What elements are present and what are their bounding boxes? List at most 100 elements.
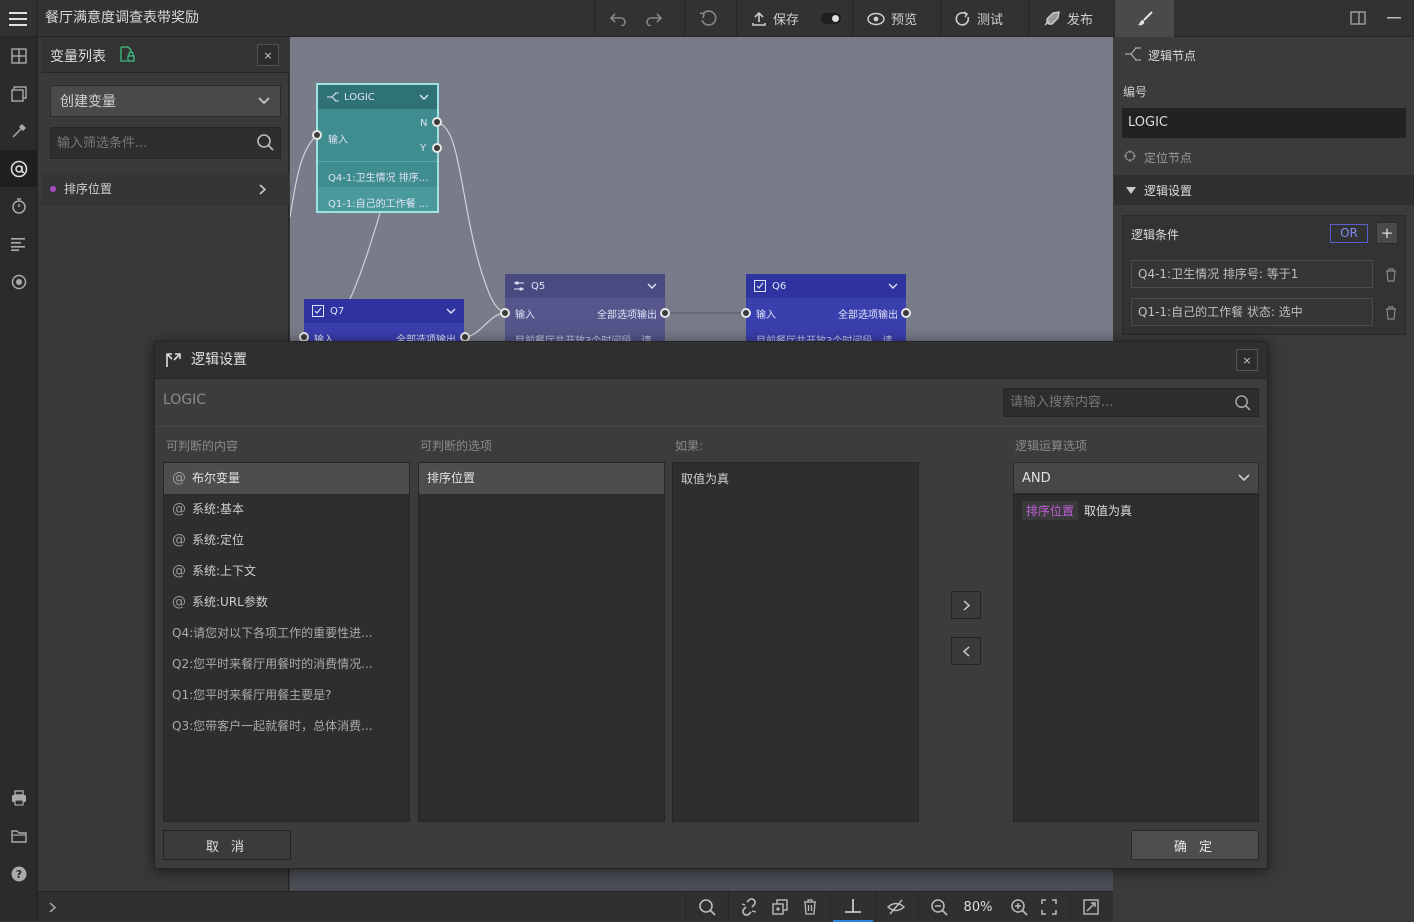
help-icon[interactable]: ? — [0, 855, 37, 892]
redo-button[interactable] — [641, 0, 677, 37]
logic-settings-icon — [165, 352, 181, 368]
dialog-search-field — [1003, 388, 1259, 417]
expression-row[interactable]: 排序位置 取值为真 — [1022, 501, 1132, 520]
logic-input-port[interactable] — [312, 130, 322, 140]
pages-icon[interactable] — [0, 75, 37, 112]
duplicate-button[interactable] — [767, 892, 793, 922]
rocket-icon — [1044, 10, 1060, 25]
q5-output-port[interactable] — [660, 308, 670, 318]
list-item[interactable]: 排序位置 — [419, 463, 664, 494]
autosave-toggle[interactable] — [821, 13, 842, 24]
chevron-down-icon — [258, 97, 270, 105]
list-item-label: 系统:基本 — [192, 502, 245, 516]
list-item[interactable]: @ 系统:上下文 — [164, 556, 409, 587]
align-button[interactable] — [833, 892, 873, 922]
undo-button[interactable] — [595, 0, 641, 37]
q6-node-header[interactable]: Q6 — [746, 274, 906, 298]
minimize-button[interactable] — [1387, 17, 1401, 19]
condition-row[interactable]: Q4-1:卫生情况 排序号: 等于1 — [1131, 260, 1373, 288]
zoom-out-icon — [930, 898, 948, 916]
save-button[interactable]: 保存 — [737, 0, 855, 37]
logic-node-header[interactable]: LOGIC — [318, 85, 437, 109]
text-align-icon[interactable] — [0, 225, 37, 262]
publish-button[interactable]: 发布 — [1029, 0, 1107, 37]
dialog-close-button[interactable]: × — [1236, 349, 1258, 371]
timer-icon[interactable] — [0, 187, 37, 224]
q7-node-header[interactable]: Q7 — [304, 299, 464, 323]
list-item[interactable]: Q1:您平时来餐厅用餐主要是? — [164, 680, 409, 711]
zoom-out-button[interactable] — [926, 892, 952, 922]
create-variable-dropdown[interactable]: 创建变量 — [50, 85, 281, 117]
confirm-button[interactable]: 确 定 — [1131, 830, 1259, 860]
variable-filter-field — [50, 127, 281, 159]
chevron-down-icon — [647, 283, 657, 289]
menu-icon[interactable] — [0, 0, 37, 37]
test-button[interactable]: 测试 — [941, 0, 1017, 37]
q5-node[interactable]: Q5 输入 全部选项输出 目前餐厅共开放3个时间段，请 — [505, 274, 665, 347]
folder-icon[interactable] — [0, 817, 37, 854]
theme-icon[interactable] — [0, 263, 37, 300]
node-id-field[interactable]: LOGIC — [1122, 108, 1406, 138]
search-icon[interactable] — [1235, 395, 1251, 411]
search-canvas-button[interactable] — [694, 892, 720, 922]
logic-settings-section[interactable]: 逻辑设置 — [1114, 175, 1414, 205]
chevron-down-icon — [446, 308, 456, 314]
print-icon[interactable] — [0, 779, 37, 816]
at-icon: @ — [172, 563, 186, 579]
preview-button[interactable]: 预览 — [853, 0, 931, 37]
logic-n-port[interactable] — [432, 117, 442, 127]
list-item[interactable]: @ 系统:定位 — [164, 525, 409, 556]
list-item[interactable]: @ 布尔变量 — [164, 463, 409, 494]
q6-node[interactable]: Q6 输入 全部选项输出 目前餐厅共开放3个时间段，请 — [746, 274, 906, 347]
logic-node[interactable]: LOGIC 输入 N Y Q4-1:卫生情况 排序... Q1-1:自己的工作餐… — [316, 83, 439, 213]
bottom-toolbar: 80% — [38, 891, 1113, 922]
publish-label: 发布 — [1067, 13, 1094, 28]
operator-select[interactable]: AND — [1013, 462, 1259, 494]
logic-y-port[interactable] — [432, 143, 442, 153]
lock-doc-icon[interactable] — [119, 46, 135, 62]
or-toggle[interactable]: OR — [1330, 224, 1368, 243]
logic-settings-label: 逻辑设置 — [1144, 183, 1193, 198]
variables-icon[interactable] — [0, 150, 37, 187]
q6-input-port[interactable] — [741, 308, 751, 318]
hide-button[interactable] — [883, 892, 909, 922]
expand-panel-button[interactable] — [42, 892, 62, 922]
q7-node-title: Q7 — [330, 305, 345, 317]
dashboard-icon[interactable] — [0, 37, 37, 74]
eyedropper-icon[interactable] — [0, 112, 37, 149]
search-icon[interactable] — [257, 134, 274, 151]
condition-row[interactable]: Q1-1:自己的工作餐 状态: 选中 — [1131, 298, 1373, 326]
fit-screen-button[interactable] — [1036, 892, 1062, 922]
variable-list-item[interactable]: 排序位置 — [41, 173, 289, 205]
unlink-button[interactable] — [736, 892, 762, 922]
zoom-in-button[interactable] — [1006, 892, 1032, 922]
dialog-search-input[interactable] — [1004, 389, 1228, 416]
app-title: 餐厅满意度调查表带奖励 — [45, 10, 199, 26]
add-to-expression-button[interactable] — [951, 591, 981, 619]
revert-button[interactable] — [685, 0, 731, 37]
list-item[interactable]: Q2:您平时来餐厅用餐时的消费情况... — [164, 649, 409, 680]
cancel-button[interactable]: 取 消 — [163, 830, 291, 860]
list-item[interactable]: 取值为真 — [673, 463, 918, 494]
remove-from-expression-button[interactable] — [951, 637, 981, 665]
list-item[interactable]: Q3:您带客户一起就餐时，总体消费... — [164, 711, 409, 742]
fullscreen-button[interactable] — [1078, 892, 1104, 922]
svg-text:?: ? — [15, 868, 21, 881]
q5-input-port[interactable] — [500, 308, 510, 318]
add-condition-button[interactable]: + — [1376, 222, 1398, 244]
list-item[interactable]: Q4:请您对以下各项工作的重要性进... — [164, 618, 409, 649]
q5-node-header[interactable]: Q5 — [505, 274, 665, 298]
test-group: 测试 — [940, 0, 1017, 37]
variable-filter-input[interactable] — [51, 128, 249, 158]
list-item[interactable]: @ 系统:URL参数 — [164, 587, 409, 618]
q6-output-port[interactable] — [901, 308, 911, 318]
toggle-panel-button[interactable] — [1350, 11, 1366, 25]
locate-node-button[interactable]: 定位节点 — [1144, 149, 1192, 166]
chevron-down-icon — [888, 283, 898, 289]
style-tab[interactable] — [1114, 0, 1174, 37]
list-item-label: 布尔变量 — [192, 471, 241, 485]
delete-button[interactable] — [797, 892, 823, 922]
list-item[interactable]: @ 系统:基本 — [164, 494, 409, 525]
variable-panel-close-button[interactable]: × — [257, 44, 279, 66]
at-icon: @ — [172, 501, 186, 517]
